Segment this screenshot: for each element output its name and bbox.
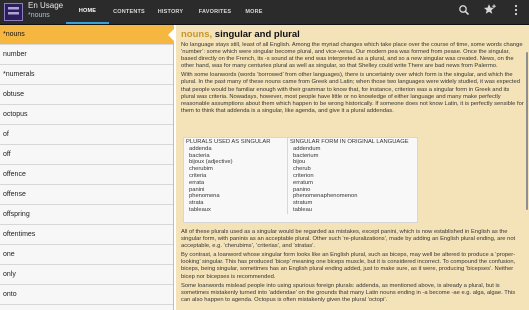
table-row: criteria criterion <box>184 172 417 180</box>
table-cell: panini <box>189 186 205 193</box>
list-item[interactable]: off <box>0 145 173 165</box>
search-icon <box>458 3 470 21</box>
search-button[interactable] <box>451 0 477 24</box>
app-book-icon[interactable] <box>4 3 23 21</box>
usage-table-box: PLURALS USED AS SINGULAR SINGULAR FORM I… <box>183 137 418 223</box>
article-paragraph: Some loanwords mislead people into using… <box>181 282 516 303</box>
list-item[interactable]: only <box>0 265 173 285</box>
table-cell: cherub <box>287 166 417 173</box>
table-row: tableaux tableau <box>184 206 417 214</box>
top-tabs: HOME CONTENTS HISTORY FAVORITES MORE <box>66 0 270 24</box>
article-title: nouns, singular and plural <box>181 29 300 40</box>
table-row: cherubim cherub <box>184 166 417 173</box>
overflow-menu-icon <box>513 3 519 22</box>
list-item-label: only <box>3 271 16 278</box>
table-header-row: PLURALS USED AS SINGULAR SINGULAR FORM I… <box>184 138 417 146</box>
list-item[interactable]: one <box>0 245 173 265</box>
tab-home[interactable]: HOME <box>66 0 109 24</box>
table-row: errata erratum <box>184 179 417 187</box>
table-cell: addenda <box>189 145 212 152</box>
list-item[interactable]: *numerals <box>0 65 173 85</box>
table-cell: errata <box>189 179 205 186</box>
table-cell: criteria <box>189 172 207 179</box>
table-cell: addendum <box>287 145 417 153</box>
list-item-label: off <box>3 151 11 158</box>
article-title-prefix: nouns, <box>181 29 213 40</box>
list-item-label: one <box>3 251 15 258</box>
list-item[interactable]: *nouns <box>0 25 174 45</box>
app-title-block: En Usage *nouns <box>28 1 64 20</box>
list-item[interactable]: number <box>0 45 173 65</box>
article-paragraph: By contrast, a loanword whose singular f… <box>181 252 516 280</box>
list-item[interactable]: offspring <box>0 205 173 225</box>
article-paragraph: No language stays still, least of all En… <box>181 42 523 70</box>
table-cell: bacteria <box>189 152 210 159</box>
table-row: bijoux (adjective) bijou <box>184 159 417 167</box>
table-cell: criterion <box>287 172 417 180</box>
table-cell: bijoux (adjective) <box>189 159 233 166</box>
selection-pointer <box>168 29 174 41</box>
list-item[interactable]: of <box>0 125 173 145</box>
list-item[interactable]: offense <box>0 185 173 205</box>
table-row: bacteria bacterium <box>184 152 417 160</box>
list-item[interactable]: octopus <box>0 105 173 125</box>
list-item[interactable]: oftentimes <box>0 225 173 245</box>
table-cell: bijou <box>287 159 417 167</box>
table-cell: phenomenaphenomenon <box>287 193 417 201</box>
list-item[interactable]: offence <box>0 165 173 185</box>
table-cell: panino <box>287 186 417 194</box>
list-item-label: onto <box>3 291 17 298</box>
table-cell: stratum <box>287 200 417 207</box>
list-item-label: *nouns <box>3 31 25 38</box>
article-body: No language stays still, least of all En… <box>181 42 525 117</box>
table-cell: erratum <box>287 179 417 187</box>
overflow-menu-button[interactable] <box>503 0 529 24</box>
article-pane[interactable]: nouns, singular and plural No language s… <box>176 25 529 310</box>
article-paragraph: With some loanwords (words ‘borrowed’ fr… <box>181 72 524 114</box>
table-cell: bacterium <box>287 152 417 160</box>
app-title: En Usage <box>28 1 64 10</box>
add-favorite-button[interactable] <box>477 0 503 24</box>
list-item-label: number <box>3 51 27 58</box>
tab-history[interactable]: HISTORY <box>149 0 192 24</box>
table-cell: tableaux <box>189 206 211 213</box>
toolbar-actions <box>451 0 529 24</box>
list-item[interactable]: obtuse <box>0 85 173 105</box>
table-cell: strata <box>189 200 204 207</box>
list-item-label: octopus <box>3 111 28 118</box>
table-row: strata stratum <box>184 200 417 207</box>
current-entry-subtitle: *nouns <box>28 12 50 19</box>
table-cell: tableau <box>287 206 417 214</box>
tab-favorites[interactable]: FAVORITES <box>192 0 238 24</box>
article-title-rest: singular and plural <box>212 29 300 40</box>
list-item-label: *numerals <box>3 71 35 78</box>
table-row: addenda addendum <box>184 145 417 153</box>
list-item-label: obtuse <box>3 91 25 98</box>
list-item-label: oftentimes <box>3 231 36 238</box>
index-list[interactable]: *nouns number *numerals obtuse octopus o… <box>0 25 174 310</box>
usage-table: PLURALS USED AS SINGULAR SINGULAR FORM I… <box>184 138 417 214</box>
article-body-continued: All of these plurals used as a singular … <box>181 229 525 306</box>
app-window: En Usage *nouns HOME CONTENTS HISTORY FA… <box>0 0 529 310</box>
list-item-label: offspring <box>3 211 30 218</box>
table-cell: cherubim <box>189 166 213 173</box>
list-item-label: offence <box>3 171 26 178</box>
table-cell: phenomena <box>189 193 220 200</box>
tab-contents[interactable]: CONTENTS <box>109 0 149 24</box>
table-header-cell: PLURALS USED AS SINGULAR <box>186 139 271 145</box>
table-row: panini panino <box>184 186 417 194</box>
list-item[interactable]: onto <box>0 285 173 305</box>
list-item-label: of <box>3 131 9 138</box>
top-action-bar: En Usage *nouns HOME CONTENTS HISTORY FA… <box>0 0 529 25</box>
table-row: phenomena phenomenaphenomenon <box>184 193 417 201</box>
article-scrollbar[interactable] <box>526 52 528 210</box>
table-header-cell: SINGULAR FORM IN ORIGINAL LANGUAGE <box>287 138 417 146</box>
article-paragraph: All of these plurals used as a singular … <box>181 229 516 250</box>
list-item-label: offense <box>3 191 26 198</box>
tab-more[interactable]: MORE <box>238 0 270 24</box>
favorite-add-icon <box>483 3 497 22</box>
